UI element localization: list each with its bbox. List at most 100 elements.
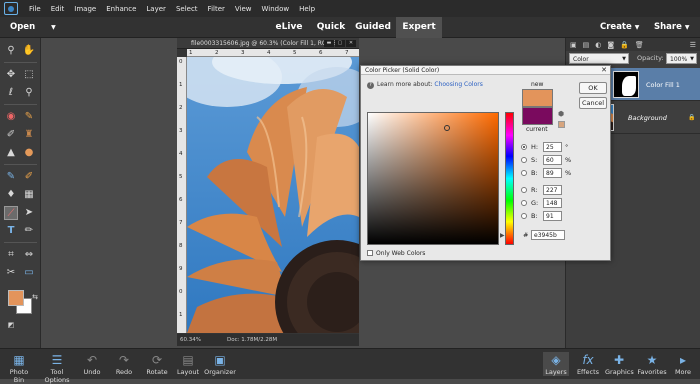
opacity-input[interactable]: 100% ▼ [666, 53, 697, 64]
choosing-colors-link[interactable]: Choosing Colors [434, 81, 482, 88]
hue-input[interactable]: 25 [543, 142, 562, 152]
content-aware-move-tool-icon[interactable]: ✂ [4, 266, 18, 280]
crop-tool-icon[interactable]: ⌗ [4, 248, 18, 262]
hue-slider-arrow-icon[interactable]: ▶ [500, 232, 505, 239]
hue-slider[interactable] [505, 112, 514, 245]
hue-radio[interactable] [521, 144, 527, 150]
saturation-input[interactable]: 60 [543, 155, 562, 165]
undo-button[interactable]: ↶ Undo [82, 352, 102, 376]
graphics-button[interactable]: ✚ Graphics [605, 352, 634, 376]
more-button[interactable]: ▸ More [671, 352, 695, 376]
layout-button[interactable]: ▤ Layout [175, 352, 201, 376]
checkbox-box[interactable] [367, 250, 373, 256]
menu-layer[interactable]: Layer [141, 5, 171, 13]
hand-tool-icon[interactable]: ✋ [22, 44, 36, 58]
favorites-button[interactable]: ★ Favorites [637, 352, 667, 376]
ok-button[interactable]: OK [579, 82, 607, 94]
menu-view[interactable]: View [230, 5, 257, 13]
menu-help[interactable]: Help [294, 5, 320, 13]
brush-tool-icon[interactable]: ✎ [4, 170, 18, 184]
gamut-warning-icon[interactable]: ⬢ [558, 111, 565, 118]
brightness-radio[interactable] [521, 170, 527, 176]
menu-window[interactable]: Window [257, 5, 295, 13]
type-tool-icon[interactable]: T [4, 224, 18, 238]
paint-bucket-tool-icon[interactable]: ♦ [4, 188, 18, 202]
photo-bin-button[interactable]: ▦ Photo Bin [4, 352, 34, 384]
hex-input[interactable]: e3945b [531, 230, 565, 240]
brightness-input[interactable]: 89 [543, 168, 562, 178]
redo-button[interactable]: ↷ Redo [114, 352, 134, 376]
red-input[interactable]: 227 [543, 185, 562, 195]
clone-stamp-tool-icon[interactable]: ♜ [22, 128, 36, 142]
menu-enhance[interactable]: Enhance [101, 5, 141, 13]
only-web-colors-checkbox[interactable]: Only Web Colors [367, 250, 425, 257]
blend-mode-select[interactable]: Color ▼ [569, 53, 629, 64]
foreground-color-swatch[interactable] [8, 290, 24, 306]
red-radio[interactable] [521, 187, 527, 193]
blur-tool-icon[interactable]: ▲ [4, 146, 18, 160]
saturation-brightness-field[interactable] [367, 112, 499, 245]
color-field-cursor[interactable] [444, 124, 451, 131]
hex-label: # [523, 231, 529, 239]
new-group-icon[interactable]: ▤ [583, 41, 590, 49]
gradient-tool-icon[interactable]: ▦ [22, 188, 36, 202]
document-canvas-image[interactable] [187, 57, 359, 333]
blue-radio[interactable] [521, 213, 527, 219]
tool-options-button[interactable]: ☰ Tool Options [38, 352, 76, 384]
green-input[interactable]: 148 [543, 198, 562, 208]
swap-colors-icon[interactable]: ⇆ [28, 290, 42, 304]
lasso-tool-icon[interactable]: ℓ [4, 86, 18, 100]
default-colors-icon[interactable]: ◩ [4, 318, 18, 332]
adjustment-layer-icon[interactable]: ◐ [595, 41, 601, 49]
green-radio[interactable] [521, 200, 527, 206]
layer-name: Background [628, 114, 667, 122]
smart-brush-tool-icon[interactable]: ✐ [4, 128, 18, 142]
healing-brush-tool-icon[interactable]: ✎ [22, 110, 36, 124]
saturation-radio[interactable] [521, 157, 527, 163]
rotate-button[interactable]: ⟳ Rotate [144, 352, 170, 376]
menu-filter[interactable]: Filter [203, 5, 230, 13]
eyedropper-tool-icon[interactable]: ⟋ [4, 206, 18, 220]
share-button[interactable]: Share ▼ [654, 22, 689, 32]
menu-file[interactable]: File [24, 5, 46, 13]
tab-expert[interactable]: Expert [396, 17, 442, 38]
zoom-level[interactable]: 60.34% [180, 334, 201, 346]
red-eye-tool-icon[interactable]: ◉ [4, 110, 18, 124]
effects-button[interactable]: fx Effects [575, 352, 601, 376]
close-icon[interactable]: ✕ [601, 66, 607, 75]
current-color-swatch[interactable] [522, 107, 553, 125]
new-layer-icon[interactable]: ▣ [570, 41, 577, 49]
dialog-title-bar[interactable]: Color Picker (Solid Color) ✕ [361, 66, 610, 75]
sponge-tool-icon[interactable]: ● [22, 146, 36, 160]
eraser-tool-icon[interactable]: ✐ [22, 170, 36, 184]
move-tool-icon[interactable]: ✥ [4, 68, 18, 82]
layers-button[interactable]: ◈ Layers [543, 352, 569, 376]
tab-elive[interactable]: eLive [268, 17, 310, 38]
custom-shape-tool-icon[interactable]: ➤ [22, 206, 36, 220]
minimize-icon[interactable]: ▬ [324, 40, 334, 47]
quick-selection-tool-icon[interactable]: ⚲ [22, 86, 36, 100]
zoom-tool-icon[interactable]: ⚲ [4, 44, 18, 58]
web-safe-swatch[interactable] [558, 121, 565, 128]
trash-icon[interactable]: 🗑 [635, 41, 644, 49]
blue-input[interactable]: 91 [543, 211, 562, 221]
maximize-icon[interactable]: ▢ [335, 40, 345, 47]
close-icon[interactable]: ✕ [346, 40, 356, 47]
menu-image[interactable]: Image [69, 5, 101, 13]
create-button[interactable]: Create ▼ [600, 22, 639, 32]
marquee-tool-icon[interactable]: ⬚ [22, 68, 36, 82]
menu-select[interactable]: Select [171, 5, 203, 13]
open-button[interactable]: Open ▼ [10, 22, 56, 32]
panel-menu-icon[interactable]: ☰ [690, 41, 696, 49]
recompose-tool-icon[interactable]: ⇔ [22, 248, 36, 262]
tab-quick[interactable]: Quick [312, 17, 350, 38]
organizer-button[interactable]: ▣ Organizer [204, 352, 236, 376]
straighten-tool-icon[interactable]: ▭ [22, 266, 36, 280]
cancel-button[interactable]: Cancel [579, 97, 607, 109]
mask-icon[interactable]: ◙ [607, 41, 614, 49]
lock-icon[interactable]: 🔒 [620, 41, 629, 49]
tab-guided[interactable]: Guided [352, 17, 394, 38]
pencil-tool-icon[interactable]: ✏ [22, 224, 36, 238]
menu-edit[interactable]: Edit [46, 5, 70, 13]
document-title-bar[interactable]: file0003315606.jpg @ 60.3% (Color Fill 1… [177, 38, 359, 49]
